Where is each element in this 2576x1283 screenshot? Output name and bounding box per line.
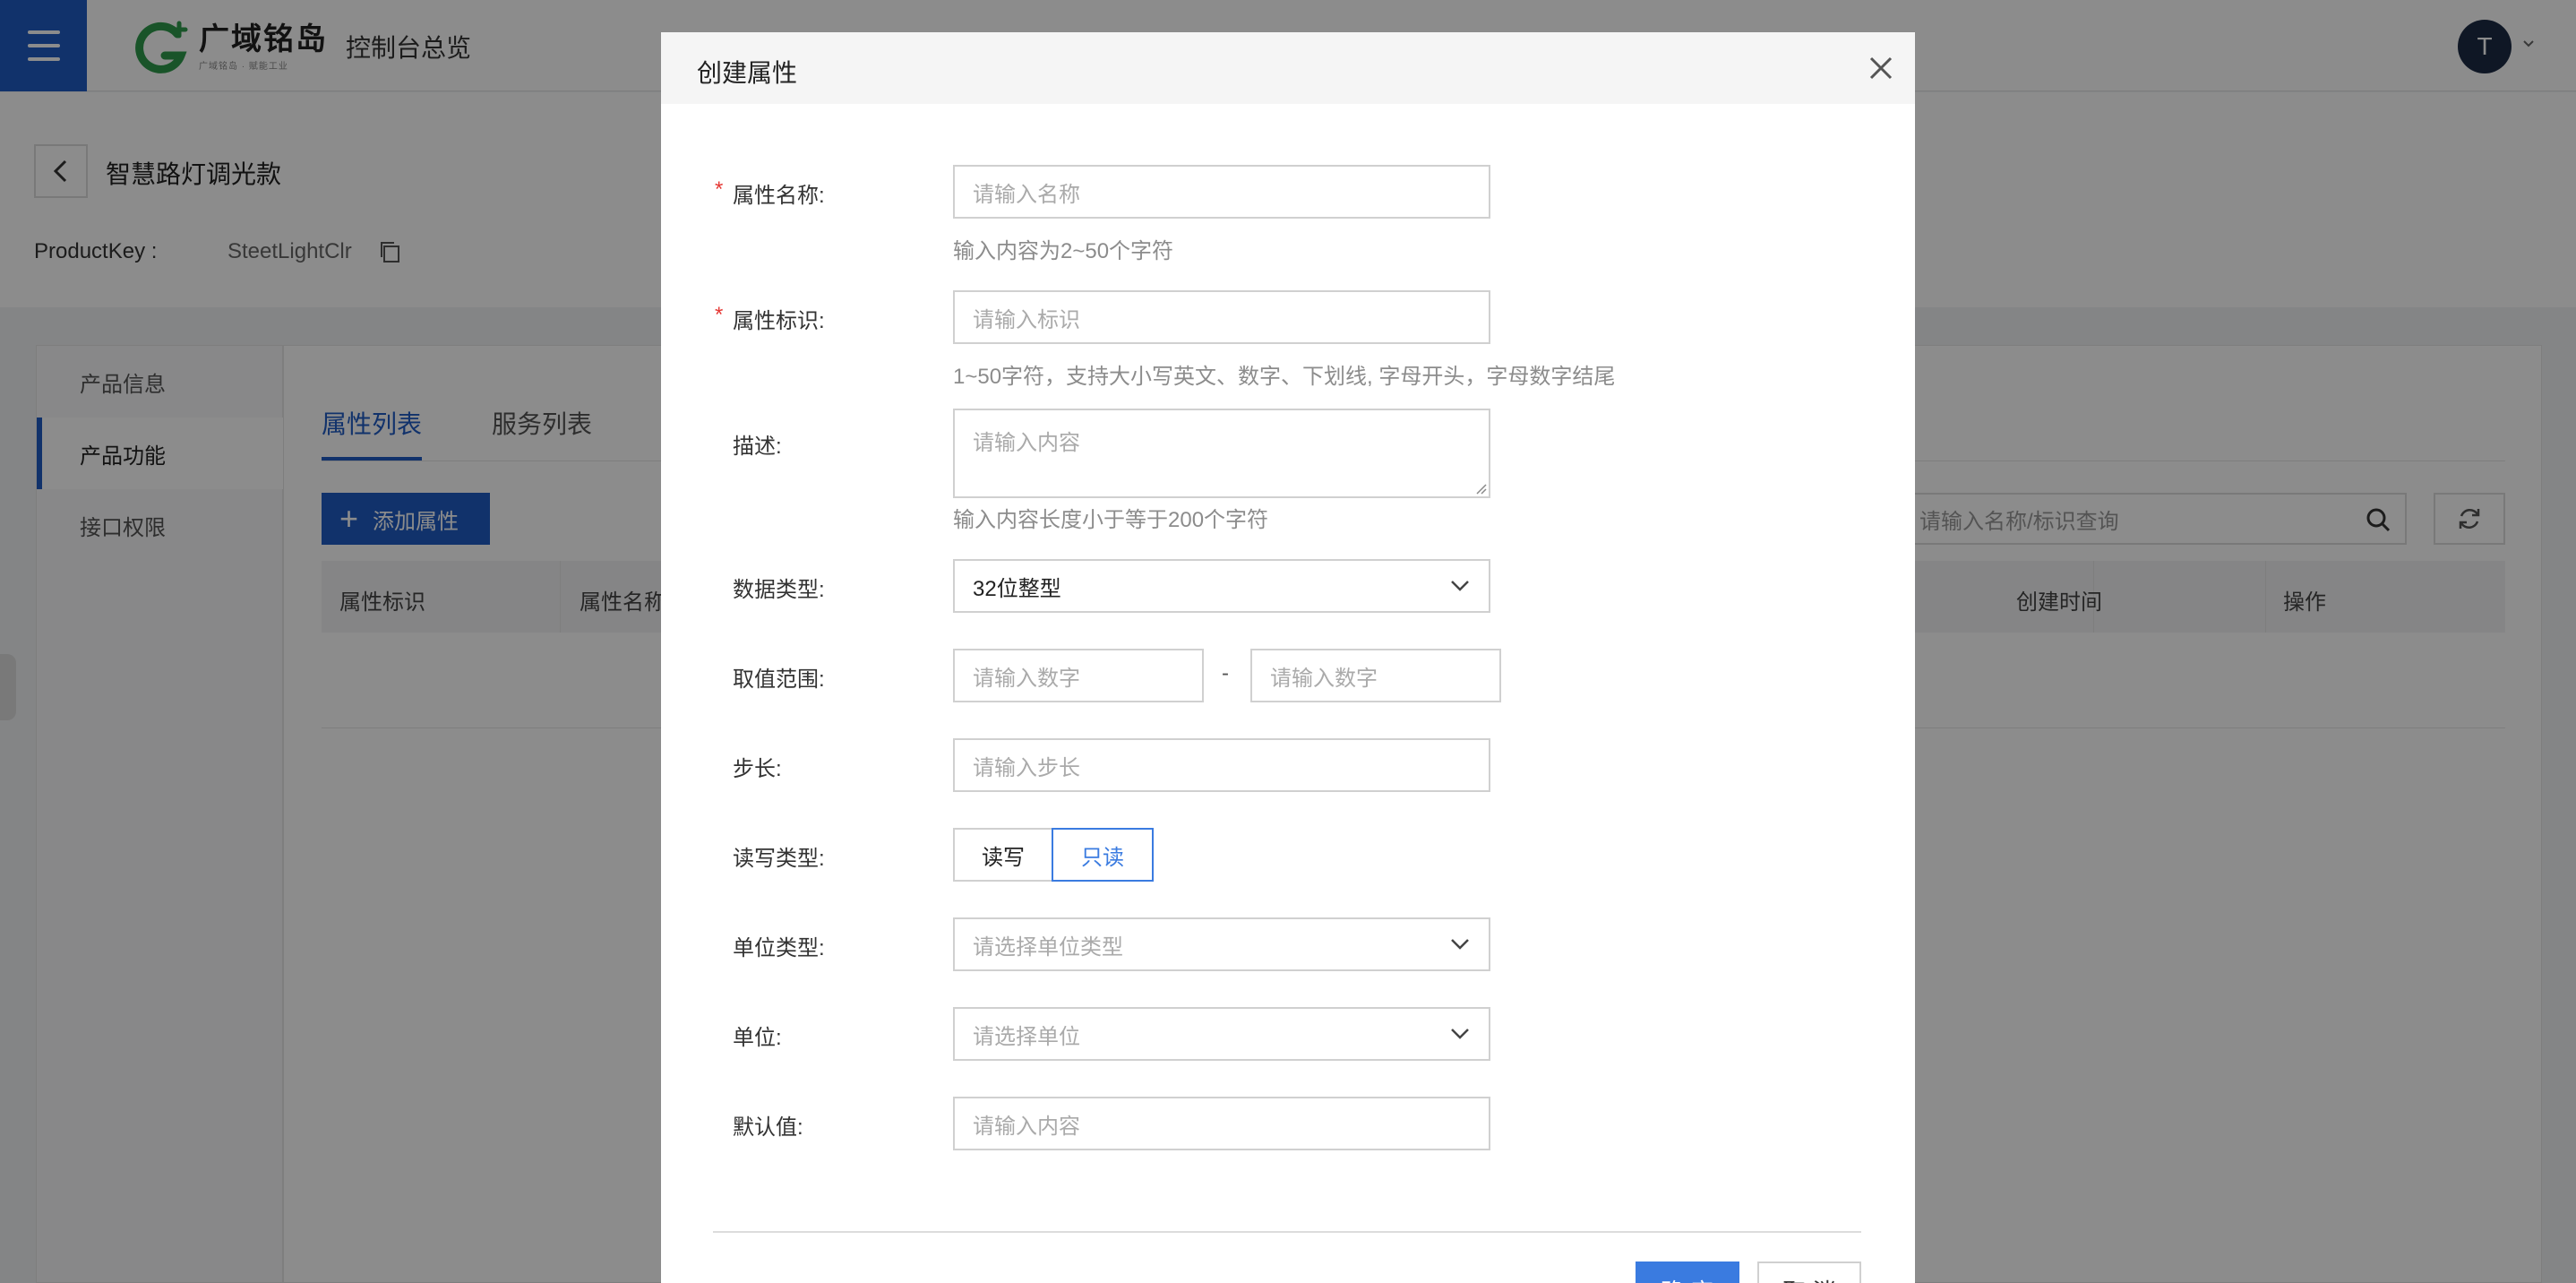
resize-handle-icon[interactable] xyxy=(1474,482,1487,495)
rw-type-toggle: 读写 只读 xyxy=(953,828,1154,882)
cancel-button[interactable]: 取 消 xyxy=(1757,1261,1861,1283)
rw-option-read-only[interactable]: 只读 xyxy=(1052,828,1154,882)
dialog-header: 创建属性 xyxy=(661,32,1915,104)
default-value-input[interactable]: 请输入内容 xyxy=(953,1097,1490,1150)
required-mark: * xyxy=(715,177,724,202)
unit-type-placeholder: 请选择单位类型 xyxy=(973,934,1123,960)
property-identifier-input[interactable]: 请输入标识 xyxy=(953,290,1490,344)
range-min-input[interactable]: 请输入数字 xyxy=(953,649,1204,702)
description-placeholder: 请输入内容 xyxy=(973,431,1080,455)
data-type-value: 32位整型 xyxy=(973,576,1061,601)
range-separator: - xyxy=(1222,661,1229,685)
description-label: 描述: xyxy=(733,435,782,459)
property-identifier-label: 属性标识: xyxy=(733,309,825,333)
property-name-hint: 输入内容为2~50个字符 xyxy=(953,239,1174,263)
confirm-button[interactable]: 确 定 xyxy=(1636,1261,1739,1283)
unit-type-select[interactable]: 请选择单位类型 xyxy=(953,917,1490,971)
description-hint: 输入内容长度小于等于200个字符 xyxy=(953,508,1269,532)
property-identifier-hint: 1~50字符，支持大小写英文、数字、下划线, 字母开头，字母数字结尾 xyxy=(953,365,1616,389)
property-name-label: 属性名称: xyxy=(733,184,825,208)
rw-option-read-write[interactable]: 读写 xyxy=(953,828,1053,882)
value-range-label: 取值范围: xyxy=(733,667,825,692)
unit-label: 单位: xyxy=(733,1026,782,1050)
unit-type-label: 单位类型: xyxy=(733,936,825,960)
rw-type-label: 读写类型: xyxy=(733,847,825,871)
chevron-down-icon xyxy=(1451,939,1469,950)
required-mark: * xyxy=(715,303,724,327)
default-value-label: 默认值: xyxy=(733,1115,803,1140)
unit-placeholder: 请选择单位 xyxy=(973,1024,1080,1049)
chevron-down-icon xyxy=(1451,1029,1469,1039)
create-property-dialog: 创建属性 * 属性名称: 请输入名称 输入内容为2~50个字符 * 属性标识: … xyxy=(661,32,1915,1283)
data-type-select[interactable]: 32位整型 xyxy=(953,559,1490,613)
close-icon[interactable] xyxy=(1867,54,1895,82)
property-name-input[interactable]: 请输入名称 xyxy=(953,165,1490,219)
data-type-label: 数据类型: xyxy=(733,578,825,602)
unit-select[interactable]: 请选择单位 xyxy=(953,1007,1490,1061)
step-label: 步长: xyxy=(733,757,782,781)
dialog-footer-divider xyxy=(713,1231,1861,1233)
description-textarea[interactable]: 请输入内容 xyxy=(953,409,1490,498)
step-input[interactable]: 请输入步长 xyxy=(953,738,1490,792)
chevron-down-icon xyxy=(1451,581,1469,591)
range-max-input[interactable]: 请输入数字 xyxy=(1250,649,1501,702)
dialog-title: 创建属性 xyxy=(697,59,798,87)
